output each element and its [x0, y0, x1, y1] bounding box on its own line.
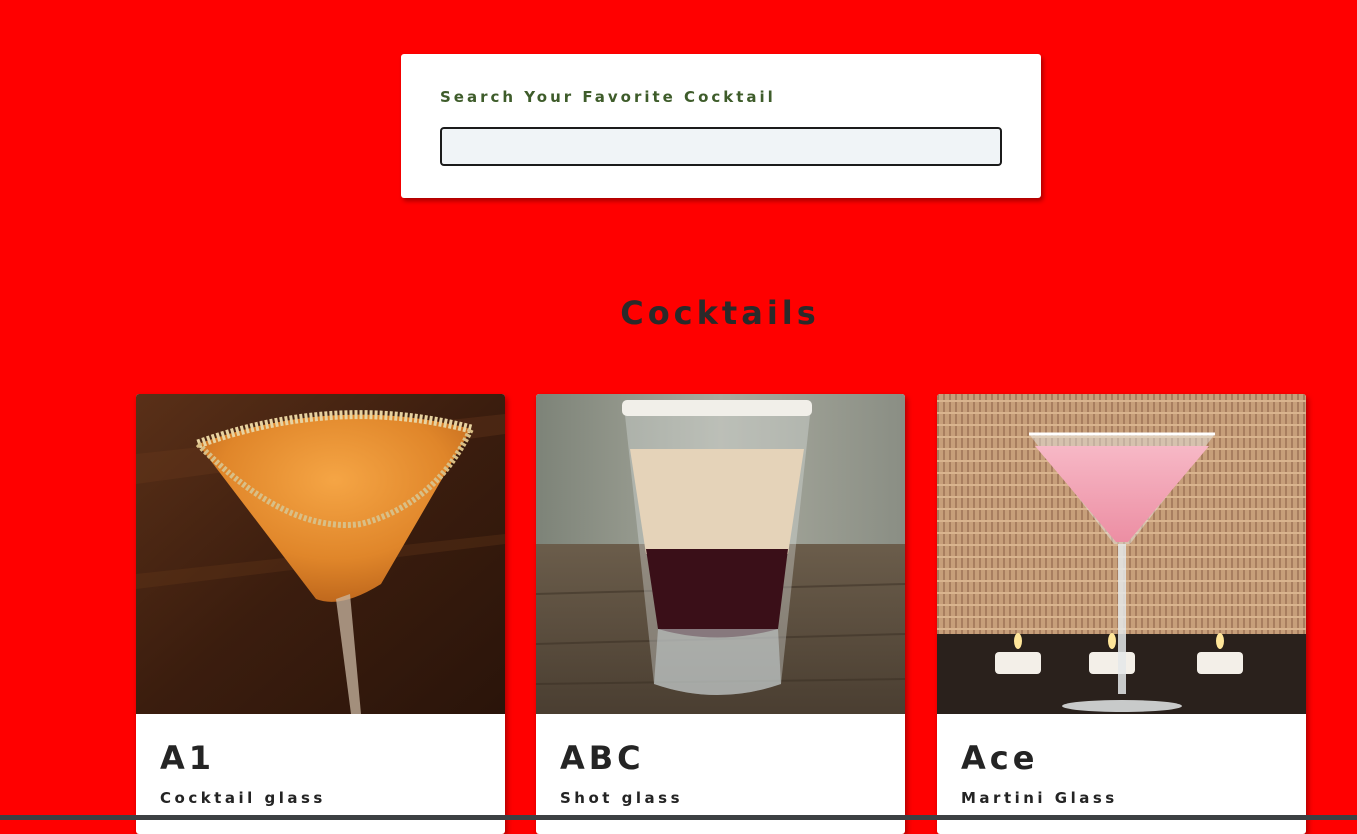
search-form: Search Your Favorite Cocktail [401, 54, 1041, 198]
cocktail-card[interactable]: A1 Cocktail glass [136, 394, 505, 834]
cocktail-image[interactable] [536, 394, 905, 714]
cocktail-glass: Cocktail glass [160, 789, 326, 807]
search-label: Search Your Favorite Cocktail [440, 88, 776, 106]
cocktail-card[interactable]: Ace Martini Glass [937, 394, 1306, 834]
section-title: Cocktails [620, 294, 820, 332]
search-input[interactable] [440, 127, 1002, 166]
cocktail-glass: Shot glass [560, 789, 684, 807]
cocktail-image[interactable] [937, 394, 1306, 714]
cocktail-name: Ace [961, 739, 1039, 777]
cocktail-image[interactable] [136, 394, 505, 714]
cocktail-name: A1 [160, 739, 216, 777]
cocktail-card[interactable]: ABC Shot glass [536, 394, 905, 834]
cocktail-glass: Martini Glass [961, 789, 1118, 807]
taskbar [0, 815, 1357, 820]
cocktail-name: ABC [560, 739, 645, 777]
